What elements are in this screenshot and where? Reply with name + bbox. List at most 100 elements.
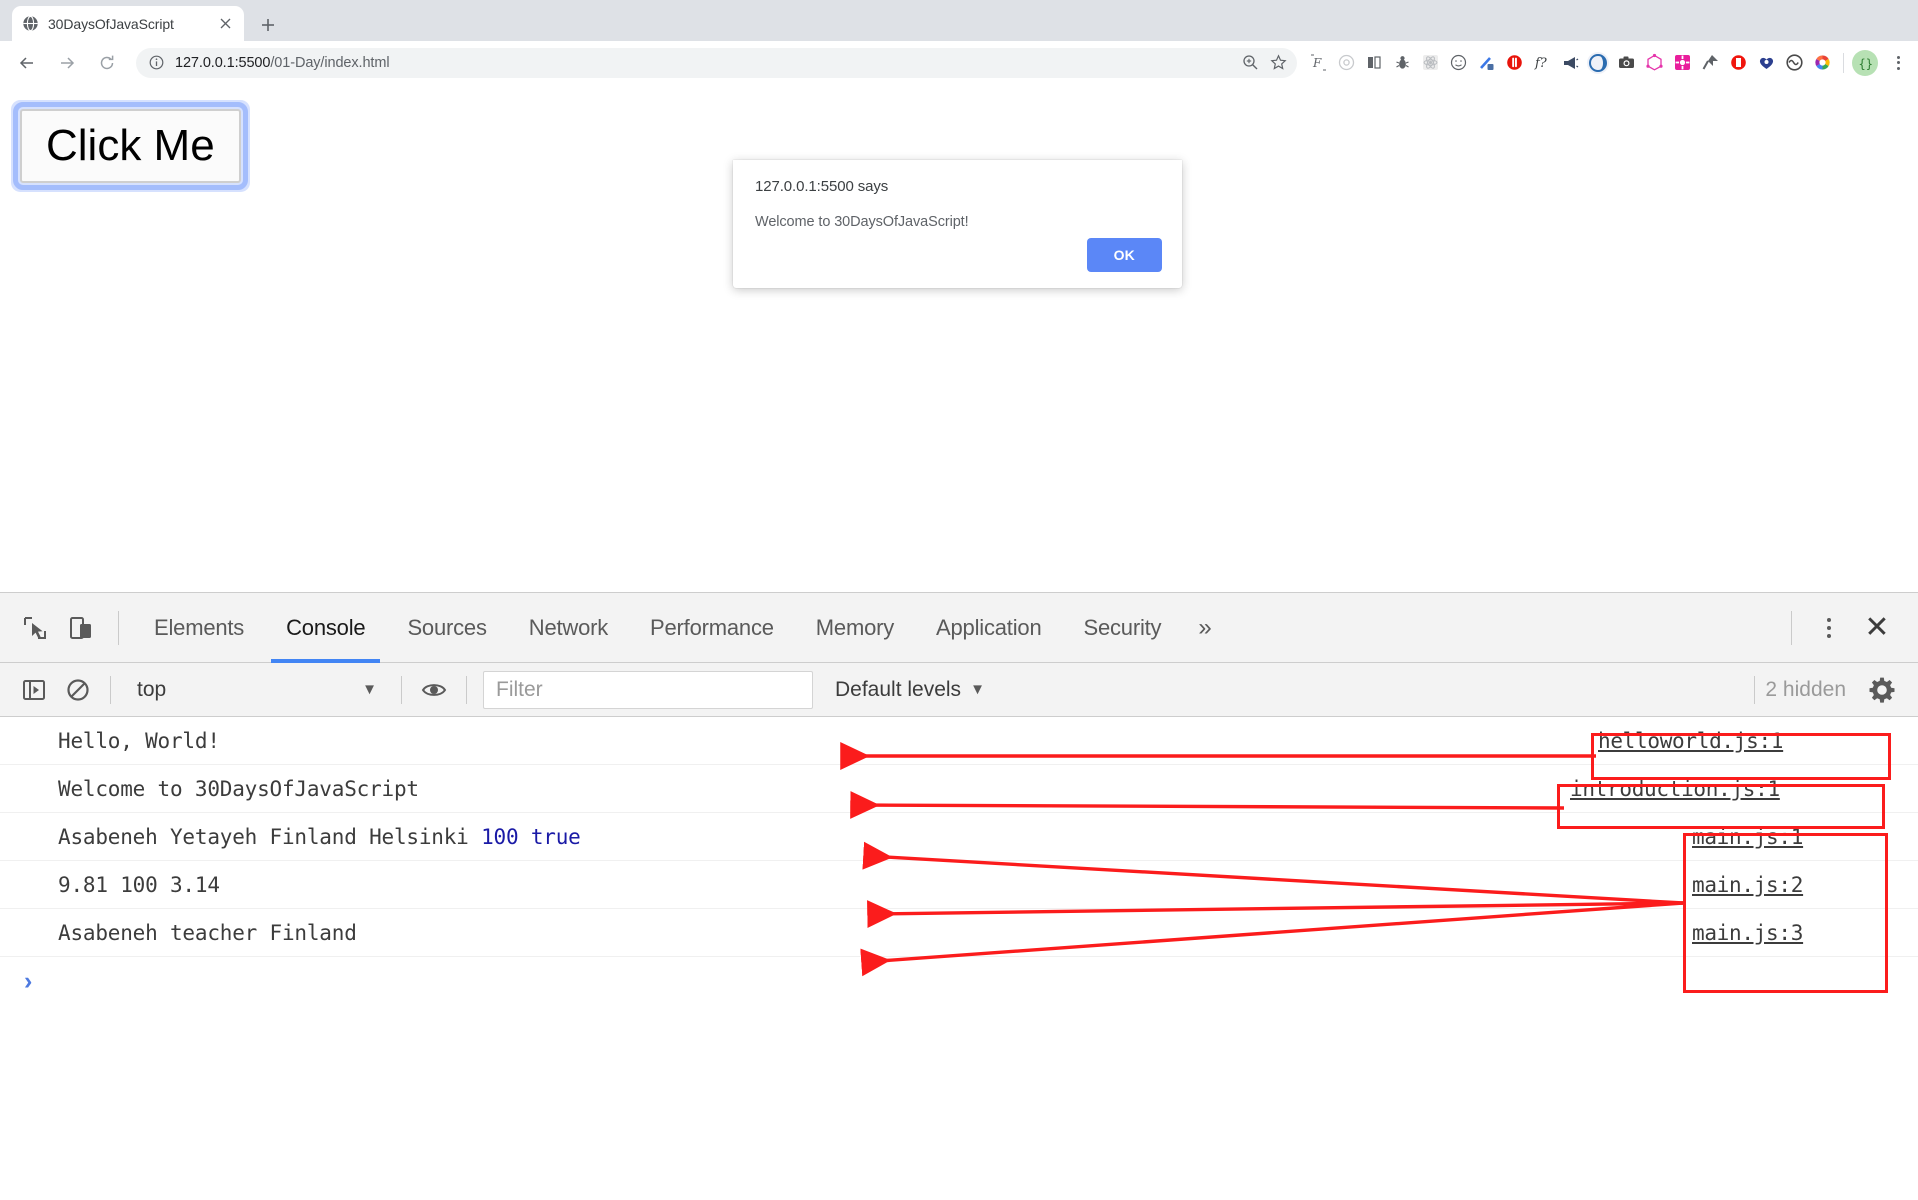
wave-icon[interactable] bbox=[1781, 50, 1807, 76]
console-message-text: Welcome to 30DaysOfJavaScript bbox=[58, 776, 419, 801]
execution-context-dropdown[interactable]: top ▼ bbox=[121, 670, 391, 710]
tab-label: Elements bbox=[154, 614, 245, 640]
address-bar-path: /01-Day/index.html bbox=[270, 54, 390, 71]
adblock-icon[interactable] bbox=[1501, 50, 1527, 76]
browser-chrome: 30DaysOfJavaScript 127.0.0.1:5500/01-Day… bbox=[0, 0, 1918, 84]
close-icon[interactable] bbox=[216, 15, 234, 33]
tab-label: Performance bbox=[650, 614, 774, 640]
svg-text:{}: {} bbox=[1859, 57, 1873, 71]
svg-text:f?: f? bbox=[1534, 56, 1548, 71]
alert-actions: OK bbox=[1086, 238, 1162, 272]
avatar[interactable]: {} bbox=[1852, 49, 1878, 76]
console-toolbar-right: 2 hidden bbox=[1744, 668, 1918, 712]
live-expression-icon[interactable] bbox=[412, 668, 456, 712]
bug-icon[interactable] bbox=[1389, 50, 1415, 76]
annotation-box-introduction bbox=[1557, 784, 1885, 829]
alert-ok-button[interactable]: OK bbox=[1086, 238, 1162, 272]
tab-label: Console bbox=[286, 614, 366, 640]
tab-network[interactable]: Network bbox=[508, 593, 629, 663]
arrow-left-icon[interactable] bbox=[10, 46, 44, 80]
clear-console-icon[interactable] bbox=[56, 668, 100, 712]
tab-elements[interactable]: Elements bbox=[133, 593, 265, 663]
reload-icon[interactable] bbox=[90, 46, 124, 80]
navigation-bar: 127.0.0.1:5500/01-Day/index.html F f? {} bbox=[0, 41, 1918, 84]
function-icon[interactable]: f? bbox=[1529, 50, 1555, 76]
console-message-number: 100 true bbox=[481, 824, 581, 849]
log-levels-label: Default levels bbox=[835, 677, 962, 701]
toolbar-divider bbox=[401, 675, 402, 704]
tab-label: Security bbox=[1083, 614, 1162, 640]
annotation-box-helloworld bbox=[1591, 733, 1891, 780]
camera-icon[interactable] bbox=[1613, 50, 1639, 76]
browser-tab[interactable]: 30DaysOfJavaScript bbox=[12, 6, 244, 41]
smiley-icon[interactable] bbox=[1445, 50, 1471, 76]
javascript-alert-dialog[interactable]: 127.0.0.1:5500 says Welcome to 30DaysOfJ… bbox=[733, 160, 1182, 288]
color-wheel-icon[interactable] bbox=[1809, 50, 1835, 76]
log-levels-dropdown[interactable]: Default levels ▼ bbox=[835, 678, 985, 702]
globe-icon bbox=[22, 15, 39, 32]
cursor-select-icon[interactable] bbox=[12, 605, 58, 651]
toolbar-divider bbox=[110, 675, 111, 704]
hidden-messages-count: 2 hidden bbox=[1765, 677, 1846, 701]
tab-application[interactable]: Application bbox=[915, 593, 1062, 663]
redbook-icon[interactable] bbox=[1725, 50, 1751, 76]
megaphone-icon[interactable] bbox=[1557, 50, 1583, 76]
click-me-button[interactable]: Click Me bbox=[13, 101, 248, 191]
console-message-part: Asabeneh Yetayeh Finland Helsinki bbox=[58, 824, 482, 849]
address-bar-host: 127.0.0.1:5500 bbox=[175, 54, 271, 71]
tab-console[interactable]: Console bbox=[265, 593, 386, 663]
graphql-icon[interactable] bbox=[1641, 50, 1667, 76]
tab-memory[interactable]: Memory bbox=[795, 593, 915, 663]
kebab-menu-icon[interactable] bbox=[1884, 49, 1912, 77]
prompt-chevron-icon: › bbox=[24, 966, 33, 995]
info-circle-icon bbox=[148, 54, 165, 71]
more-tabs-icon[interactable]: » bbox=[1182, 593, 1227, 663]
console-row-mainjs-3[interactable]: Asabeneh teacher Finland main.js:3 bbox=[0, 909, 1918, 957]
eyedropper-icon[interactable] bbox=[1473, 50, 1499, 76]
devtools-tabbar-actions: ✕ bbox=[1777, 605, 1918, 651]
toolbar-divider bbox=[466, 675, 467, 704]
target-icon[interactable] bbox=[1333, 50, 1359, 76]
tab-performance[interactable]: Performance bbox=[629, 593, 795, 663]
toolbar-divider bbox=[1843, 52, 1844, 73]
moon-icon[interactable] bbox=[1585, 50, 1611, 76]
toolbar-divider bbox=[1754, 675, 1756, 704]
omnibox-actions bbox=[1237, 48, 1291, 78]
console-message-text: Asabeneh Yetayeh Finland Helsinki 100 tr… bbox=[58, 825, 581, 849]
tab-sources[interactable]: Sources bbox=[386, 593, 507, 663]
tab-title: 30DaysOfJavaScript bbox=[48, 15, 174, 32]
alert-message-text: Welcome to 30DaysOfJavaScript! bbox=[755, 214, 969, 230]
annotation-box-mainjs-group bbox=[1683, 833, 1888, 993]
extensions-bar: F f? {} bbox=[1305, 49, 1884, 76]
filter-input[interactable]: Filter bbox=[483, 670, 813, 709]
chevron-down-icon: ▼ bbox=[362, 681, 377, 698]
react-icon[interactable] bbox=[1417, 50, 1443, 76]
console-row-mainjs-2[interactable]: 9.81 100 3.14 main.js:2 bbox=[0, 861, 1918, 909]
filter-placeholder: Filter bbox=[496, 677, 543, 701]
settings-pink-icon[interactable] bbox=[1669, 50, 1695, 76]
gear-icon[interactable] bbox=[1860, 668, 1904, 712]
console-prompt[interactable]: › bbox=[0, 957, 1918, 1005]
svg-text:F: F bbox=[1312, 56, 1322, 70]
devtools-tab-bar: Elements Console Sources Network Perform… bbox=[0, 593, 1918, 663]
tab-security[interactable]: Security bbox=[1062, 593, 1182, 663]
star-icon[interactable] bbox=[1265, 50, 1291, 76]
tab-label: Application bbox=[936, 614, 1042, 640]
pushpin-icon[interactable] bbox=[1697, 50, 1723, 76]
tab-label: Sources bbox=[407, 614, 487, 640]
address-bar[interactable]: 127.0.0.1:5500/01-Day/index.html bbox=[136, 47, 1297, 78]
script-icon[interactable]: F bbox=[1305, 50, 1331, 76]
console-message-text: 9.81 100 3.14 bbox=[58, 872, 220, 897]
web-page-viewport: Click Me 127.0.0.1:5500 says Welcome to … bbox=[0, 84, 1918, 592]
heart-key-icon[interactable] bbox=[1753, 50, 1779, 76]
kebab-menu-icon[interactable] bbox=[1806, 605, 1852, 651]
chevron-down-icon: ▼ bbox=[970, 681, 985, 698]
columns-icon[interactable] bbox=[1361, 50, 1387, 76]
tab-label: Memory bbox=[815, 614, 895, 640]
sidebar-toggle-icon[interactable] bbox=[12, 668, 56, 712]
device-toggle-icon[interactable] bbox=[58, 605, 104, 651]
close-icon[interactable]: ✕ bbox=[1852, 605, 1902, 651]
zoom-in-icon[interactable] bbox=[1237, 50, 1263, 76]
arrow-right-icon[interactable] bbox=[50, 46, 84, 80]
plus-icon[interactable] bbox=[254, 11, 282, 39]
